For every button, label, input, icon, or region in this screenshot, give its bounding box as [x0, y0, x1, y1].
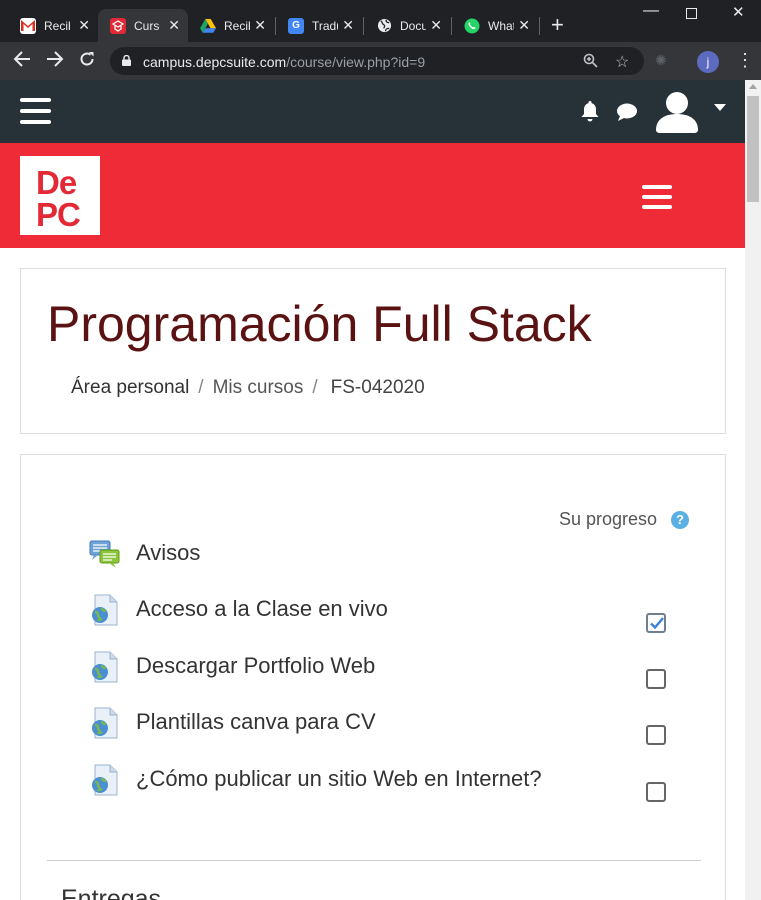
section-title-entregas[interactable]: Entregas: [61, 885, 161, 900]
activity-item: Descargar Portfolio Web: [89, 649, 709, 689]
maximize-icon[interactable]: [686, 6, 697, 22]
user-menu-caret-icon[interactable]: [714, 104, 726, 111]
page-title: Programación Full Stack: [47, 296, 592, 352]
forward-arrow-icon[interactable]: [46, 51, 64, 71]
depc-logo[interactable]: De PC: [20, 156, 100, 235]
tab-title: Recibidos: [224, 18, 250, 33]
tab-title: Documentos: [400, 18, 426, 33]
completion-checkbox[interactable]: [646, 725, 666, 745]
minimize-icon[interactable]: —: [643, 2, 659, 20]
logo-text-line2: PC: [36, 196, 81, 233]
activity-link-avisos[interactable]: Avisos: [136, 540, 200, 566]
activity-link[interactable]: Acceso a la Clase en vivo: [136, 596, 388, 622]
tab-course-active[interactable]: Curso ✕: [98, 9, 188, 42]
gmail-icon: [20, 17, 36, 34]
scroll-up-arrow-icon[interactable]: [749, 84, 757, 89]
tab-gmail[interactable]: Recibidos ✕: [8, 9, 98, 42]
breadcrumb-separator: /: [312, 377, 318, 398]
back-arrow-icon[interactable]: [13, 51, 31, 71]
address-bar[interactable]: campus.depcsuite.com/course/view.php?id=…: [110, 47, 644, 75]
tab-title: WhatsApp: [488, 18, 514, 33]
breadcrumb-home-link[interactable]: Área personal: [71, 377, 189, 398]
activity-link[interactable]: Plantillas canva para CV: [136, 709, 376, 735]
notifications-bell-icon[interactable]: [580, 100, 600, 122]
user-menu-avatar[interactable]: [654, 88, 700, 134]
section-divider: [47, 860, 701, 861]
google-drive-icon: [200, 18, 216, 34]
globe-icon: [376, 18, 392, 34]
browser-menu-icon[interactable]: ⋮: [736, 50, 754, 71]
lock-icon: [122, 55, 131, 66]
site-banner: De PC: [0, 143, 745, 248]
reload-icon[interactable]: [79, 51, 95, 71]
tab-close-icon[interactable]: ✕: [430, 17, 442, 33]
banner-menu-icon[interactable]: [642, 185, 672, 209]
page-scrollbar[interactable]: [745, 80, 761, 900]
completion-checkbox-checked[interactable]: [646, 613, 666, 633]
course-header-card: Programación Full Stack Área personal / Mi…: [20, 268, 726, 434]
url-resource-icon: [92, 594, 118, 626]
browser-toolbar: campus.depcsuite.com/course/view.php?id=…: [0, 42, 761, 80]
completion-checkbox[interactable]: [646, 669, 666, 689]
bookmark-star-icon[interactable]: ☆: [615, 52, 629, 72]
url-resource-icon: [92, 651, 118, 683]
tab-separator: [539, 17, 540, 35]
site-top-navbar: [0, 80, 745, 143]
breadcrumb: Área personal / Mis cursos / FS-042020: [71, 377, 425, 399]
window-close-icon[interactable]: ✕: [732, 3, 745, 21]
tab-close-icon[interactable]: ✕: [518, 17, 530, 33]
scrollbar-thumb[interactable]: [747, 96, 759, 202]
tab-translate[interactable]: G Traductor ✕: [276, 9, 362, 42]
extension-icon[interactable]: ✺: [655, 52, 667, 69]
profile-avatar[interactable]: j: [697, 51, 719, 73]
google-translate-icon: G: [288, 17, 304, 34]
activity-item: Acceso a la Clase en vivo: [89, 592, 709, 633]
url-resource-icon: [92, 707, 118, 739]
zoom-icon[interactable]: [583, 53, 598, 71]
logo-text-line1: De: [36, 164, 77, 201]
checkmark-icon: [650, 617, 664, 630]
url-host: campus.depcsuite.com: [143, 54, 287, 70]
url-path: /course/view.php?id=9: [286, 54, 426, 70]
tab-title: Curso: [134, 18, 160, 33]
tab-close-icon[interactable]: ✕: [342, 17, 354, 33]
course-content-card: Su progreso ? Avisos Acceso a la Clase e…: [20, 454, 726, 900]
tab-close-icon[interactable]: ✕: [168, 17, 180, 33]
completion-checkbox[interactable]: [646, 782, 666, 802]
activity-item: ¿Cómo publicar un sitio Web en Internet?: [89, 762, 709, 802]
breadcrumb-separator: /: [198, 377, 204, 398]
tab-title: Traductor: [312, 18, 338, 33]
browser-tab-strip: Recibidos ✕ Curso ✕ Recibidos ✕ G Traduc…: [0, 0, 761, 42]
forum-icon: [89, 540, 120, 568]
tab-close-icon[interactable]: ✕: [254, 17, 266, 33]
url-text: campus.depcsuite.com/course/view.php?id=…: [143, 54, 425, 70]
help-question-icon[interactable]: ?: [671, 511, 689, 529]
tab-title: Recibidos: [44, 18, 70, 33]
activity-item-avisos: Avisos: [89, 536, 709, 572]
activity-link[interactable]: Descargar Portfolio Web: [136, 653, 375, 679]
depc-favicon-icon: [110, 17, 126, 34]
drawer-toggle-menu-icon[interactable]: [20, 98, 51, 124]
progress-label: Su progreso: [559, 509, 658, 529]
messages-chat-icon[interactable]: [616, 102, 638, 122]
breadcrumb-current-course-link[interactable]: FS-042020: [331, 377, 425, 398]
url-resource-icon: [92, 764, 118, 796]
activity-link[interactable]: ¿Cómo publicar un sitio Web en Internet?: [136, 766, 542, 792]
tab-close-icon[interactable]: ✕: [78, 17, 90, 33]
new-tab-plus-icon[interactable]: +: [551, 14, 564, 36]
tab-drive[interactable]: Recibidos ✕: [188, 9, 274, 42]
page-viewport: De PC Programación Full Stack Área perso…: [0, 80, 745, 900]
tab-whatsapp[interactable]: WhatsApp ✕: [452, 9, 538, 42]
tab-docs[interactable]: Documentos ✕: [364, 9, 450, 42]
whatsapp-icon: [464, 18, 480, 34]
activity-item: Plantillas canva para CV: [89, 705, 709, 745]
breadcrumb-my-courses-link[interactable]: Mis cursos: [213, 377, 304, 398]
